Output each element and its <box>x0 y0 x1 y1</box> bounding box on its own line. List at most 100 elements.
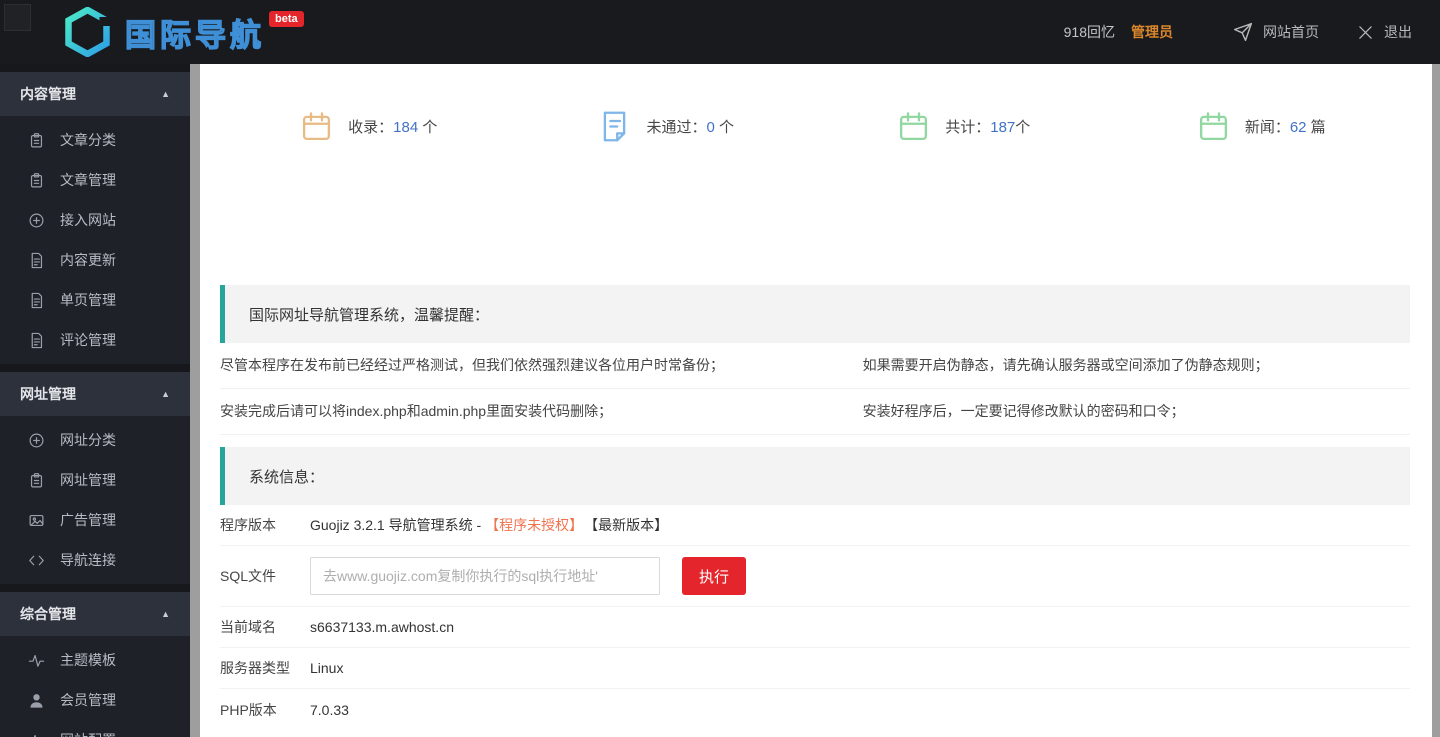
clipboard-icon <box>30 132 43 147</box>
execute-button[interactable]: 执行 <box>682 557 746 595</box>
triangle-up-icon: ▲ <box>161 89 170 99</box>
stat-value[interactable]: 187 <box>990 119 1015 136</box>
domain-value: s6637133.m.awhost.cn <box>310 619 454 635</box>
site-home-label: 网站首页 <box>1263 24 1319 40</box>
sidebar-item-label: 网站配置 <box>60 730 116 737</box>
unauthorized-badge[interactable]: 【程序未授权】 <box>485 517 583 533</box>
sidebar-item-label: 内容更新 <box>60 252 116 268</box>
row-program-version: 程序版本 Guojiz 3.2.1 导航管理系统 - 【程序未授权】 【最新版本】 <box>220 505 1410 546</box>
stat-value[interactable]: 184 <box>393 119 418 136</box>
sidebar-item-label: 主题模板 <box>60 652 116 668</box>
sidebar-item-label: 单页管理 <box>60 292 116 308</box>
menu-toggle-button[interactable] <box>4 4 31 31</box>
sidebar-item-label: 网址管理 <box>60 472 116 488</box>
sidebar-item-single-page[interactable]: 单页管理 <box>0 280 190 320</box>
sidebar-item-label: 导航连接 <box>60 552 116 568</box>
info-label: 程序版本 <box>220 517 276 533</box>
stat-label: 共计： <box>945 119 991 136</box>
sidebar-item-comment-management[interactable]: 评论管理 <box>0 320 190 360</box>
sidebar-group: 网址分类 网址管理 广告管理 导航连接 <box>0 416 190 584</box>
file-text-icon <box>31 252 43 268</box>
sidebar-item-label: 文章分类 <box>60 132 116 148</box>
pulse-icon <box>28 654 45 667</box>
tip-text: 尽管本程序在发布前已经经过严格测试，但我们依然强烈建议各位用户时常备份； <box>220 357 724 373</box>
program-version-value: Guojiz 3.2.1 导航管理系统 - 【程序未授权】 【最新版本】 <box>310 515 668 535</box>
server-type-value: Linux <box>310 660 344 676</box>
sidebar-item-article-management[interactable]: 文章管理 <box>0 160 190 200</box>
tip-text: 如果需要开启伪静态，请先确认服务器或空间添加了伪静态规则； <box>862 357 1269 373</box>
calendar-icon <box>303 112 331 141</box>
sidebar-item-site-config[interactable]: 网站配置 <box>0 720 190 737</box>
row-sql-file: SQL文件 执行 <box>220 546 1410 607</box>
stat-label: 未通过： <box>646 119 707 136</box>
stat-unit: 个 <box>1015 119 1031 136</box>
stat-text: 共计：187个 <box>945 116 1030 137</box>
sidebar-item-label: 文章管理 <box>60 172 116 188</box>
stat-total: 共计：187个 <box>815 110 1113 143</box>
image-icon <box>29 514 44 526</box>
file-text-icon <box>31 332 43 348</box>
site-home-link[interactable]: 网站首页 <box>1233 22 1319 42</box>
row-current-domain: 当前域名 s6637133.m.awhost.cn <box>220 607 1410 648</box>
file-text-icon <box>31 292 43 308</box>
stats-row: 收录：184 个 未通过：0 个 共计：187个 新闻：62 篇 <box>220 110 1410 143</box>
sidebar-item-nav-link[interactable]: 导航连接 <box>0 540 190 580</box>
tip-text: 安装完成后请可以将index.php和admin.php里面安装代码删除； <box>220 403 613 419</box>
admin-role-link[interactable]: 管理员 <box>1131 22 1173 42</box>
stat-not-passed: 未通过：0 个 <box>518 110 816 143</box>
sidebar-section-content-management[interactable]: 内容管理 ▲ <box>0 72 190 116</box>
stat-label: 收录： <box>348 119 394 136</box>
sidebar-item-connect-site[interactable]: 接入网站 <box>0 200 190 240</box>
stat-text: 新闻：62 篇 <box>1245 116 1326 137</box>
sidebar-group: 主题模板 会员管理 网站配置 其他配置 <box>0 636 190 737</box>
stat-unit: 篇 <box>1306 119 1326 136</box>
sidebar-item-ad-management[interactable]: 广告管理 <box>0 500 190 540</box>
plus-circle-icon <box>29 213 44 227</box>
stat-included: 收录：184 个 <box>220 110 518 143</box>
system-info-title: 系统信息： <box>249 468 325 486</box>
sidebar-item-label: 广告管理 <box>60 512 116 528</box>
sidebar-item-theme-template[interactable]: 主题模板 <box>0 640 190 680</box>
triangle-up-icon: ▲ <box>161 389 170 399</box>
sidebar-item-url-category[interactable]: 网址分类 <box>0 420 190 460</box>
user-icon <box>30 693 43 708</box>
section-label: 内容管理 <box>20 86 76 102</box>
stat-value[interactable]: 0 <box>707 119 715 136</box>
sidebar-scrollbar[interactable] <box>190 64 200 737</box>
site-name-label: 918回忆 <box>1063 24 1115 40</box>
stat-label: 新闻： <box>1244 119 1290 136</box>
app-title: 国际导航 <box>124 17 265 53</box>
sql-url-input[interactable] <box>310 557 660 595</box>
code-icon <box>29 555 44 565</box>
stat-value[interactable]: 62 <box>1290 119 1307 136</box>
sidebar-section-general-management[interactable]: 综合管理 ▲ <box>0 592 190 636</box>
tips-row: 尽管本程序在发布前已经经过严格测试，但我们依然强烈建议各位用户时常备份； 如果需… <box>220 343 1410 389</box>
stat-text: 收录：184 个 <box>348 116 437 137</box>
logo-hexagon-icon <box>65 7 111 57</box>
sidebar-item-url-management[interactable]: 网址管理 <box>0 460 190 500</box>
stat-news: 新闻：62 篇 <box>1113 110 1411 143</box>
sidebar-item-label: 接入网站 <box>60 212 116 228</box>
sidebar-item-article-category[interactable]: 文章分类 <box>0 120 190 160</box>
clipboard-icon <box>30 172 43 187</box>
sidebar-item-label: 网址分类 <box>60 432 116 448</box>
file-icon <box>604 111 626 142</box>
close-icon <box>1359 25 1372 39</box>
php-version-value: 7.0.33 <box>310 701 349 718</box>
logout-link[interactable]: 退出 <box>1357 22 1412 42</box>
top-nav: 918回忆 管理员 网站首页 退出 <box>1064 0 1412 64</box>
app-logo[interactable]: 国际导航 beta <box>64 7 304 57</box>
top-bar: 国际导航 beta 918回忆 管理员 网站首页 退出 <box>0 0 1440 64</box>
row-php-version: PHP版本 7.0.33 <box>220 689 1410 730</box>
sidebar-item-member-management[interactable]: 会员管理 <box>0 680 190 720</box>
info-label: 当前域名 <box>220 619 276 635</box>
stat-text: 未通过：0 个 <box>646 116 734 137</box>
stat-unit: 个 <box>418 119 438 136</box>
system-info-banner: 系统信息： <box>220 447 1410 505</box>
sidebar-item-content-update[interactable]: 内容更新 <box>0 240 190 280</box>
sidebar-section-url-management[interactable]: 网址管理 ▲ <box>0 372 190 416</box>
latest-version-link[interactable]: 【最新版本】 <box>591 517 668 533</box>
calendar-icon <box>1199 112 1227 141</box>
sidebar-item-label: 评论管理 <box>60 332 116 348</box>
page-scrollbar[interactable] <box>1432 64 1440 737</box>
